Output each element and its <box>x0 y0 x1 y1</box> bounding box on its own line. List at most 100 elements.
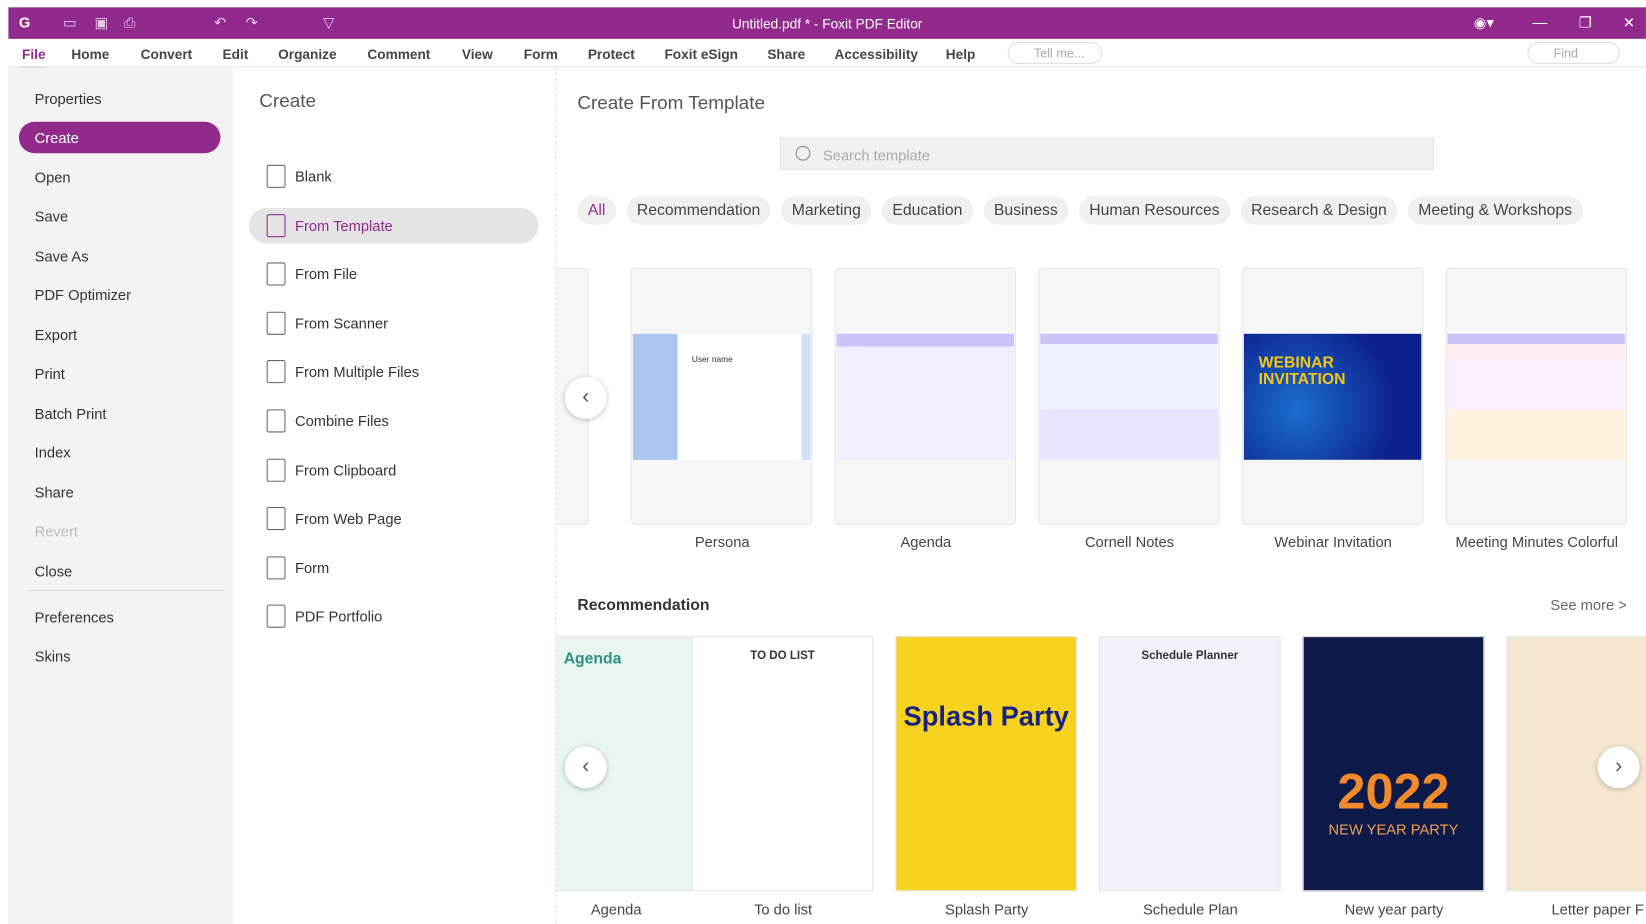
template-thumbnail <box>1447 333 1625 460</box>
blank-icon <box>266 164 286 188</box>
category-business[interactable]: Business <box>983 196 1069 225</box>
file-menu-revert: Revert <box>34 522 78 540</box>
recommendation-card-splash-party[interactable]: Splash Party <box>895 636 1077 892</box>
category-education[interactable]: Education <box>881 196 973 225</box>
tab-foxit-esign[interactable]: Foxit eSign <box>664 46 738 62</box>
tab-home[interactable]: Home <box>71 46 109 62</box>
recommendation-card-new-year-party[interactable]: 2022 NEW YEAR PARTY <box>1302 636 1485 892</box>
file-menu-close[interactable]: Close <box>19 555 221 586</box>
create-item-label: From Clipboard <box>294 461 397 479</box>
category-human-resources[interactable]: Human Resources <box>1078 196 1231 225</box>
tab-edit[interactable]: Edit <box>223 46 249 62</box>
recommendation-card-to-do-list[interactable]: TO DO LIST <box>691 636 874 892</box>
file-menu-pdf-optimizer[interactable]: PDF Optimizer <box>19 279 221 310</box>
file-menu-save-as[interactable]: Save As <box>19 240 221 271</box>
tab-organize[interactable]: Organize <box>278 46 336 62</box>
tab-accessibility[interactable]: Accessibility <box>835 46 918 62</box>
find-input[interactable]: Find <box>1527 41 1620 65</box>
create-item-label: From Web Page <box>294 510 402 528</box>
create-panel: Create Blank From Template From File From S… <box>233 67 557 924</box>
create-item-label: Combine Files <box>294 412 389 430</box>
tab-file[interactable]: File <box>19 46 49 71</box>
create-form[interactable]: Form <box>249 550 539 586</box>
file-menu-share[interactable]: Share <box>19 477 221 508</box>
recommendation-card-schedule-plan[interactable]: Schedule Planner <box>1099 636 1281 892</box>
file-menu-index[interactable]: Index <box>19 437 221 468</box>
template-card-agenda[interactable] <box>834 267 1017 525</box>
carousel-prev-button[interactable]: ‹ <box>564 376 607 419</box>
template-thumbnail: WEBINAR INVITATION <box>1243 333 1422 460</box>
template-caption: Meeting Minutes Colorful <box>1455 533 1619 551</box>
file-menu-save[interactable]: Save <box>19 200 221 231</box>
file-menu-batch-print[interactable]: Batch Print <box>19 398 221 429</box>
category-all[interactable]: All <box>577 196 616 225</box>
file-menu-open[interactable]: Open <box>19 162 221 193</box>
see-more-link[interactable]: See more > <box>1550 596 1626 613</box>
create-pdf-portfolio[interactable]: PDF Portfolio <box>249 599 539 635</box>
tab-help[interactable]: Help <box>946 46 976 62</box>
ribbon-tabs: File Home Convert Edit Organize Comment … <box>8 39 1646 71</box>
tab-protect[interactable]: Protect <box>588 46 635 62</box>
from-web-page-icon <box>266 507 286 531</box>
minimize-icon[interactable]: — <box>1533 14 1548 31</box>
template-card-cornell-notes[interactable] <box>1038 267 1220 525</box>
account-icon[interactable]: ◉▾ <box>1474 14 1494 32</box>
create-item-label: Blank <box>294 167 332 185</box>
template-title: Create From Template <box>577 92 765 114</box>
template-thumbnail: User name <box>632 333 811 460</box>
create-from-web-page[interactable]: From Web Page <box>249 501 539 537</box>
file-menu-skins[interactable]: Skins <box>19 640 221 671</box>
template-caption: Persona <box>694 533 750 551</box>
template-card-webinar-invitation[interactable]: WEBINAR INVITATION <box>1241 267 1424 525</box>
tab-share[interactable]: Share <box>767 46 805 62</box>
create-from-clipboard[interactable]: From Clipboard <box>249 452 539 488</box>
create-blank[interactable]: Blank <box>249 159 539 195</box>
restore-icon[interactable]: ❐ <box>1579 14 1592 32</box>
from-file-icon <box>266 262 286 286</box>
template-thumbnail <box>836 333 1015 460</box>
create-from-scanner[interactable]: From Scanner <box>249 305 539 341</box>
create-from-template[interactable]: From Template <box>248 207 539 244</box>
recommendation-next-button[interactable]: › <box>1597 746 1640 789</box>
recommendation-title: Recommendation <box>577 596 710 615</box>
webinar-thumb-text: WEBINAR INVITATION <box>1258 353 1346 389</box>
title-bar: G ▭ ▣ ⎙ ↶ ↷ ▽ Untitled.pdf * - Foxit PDF… <box>8 7 1646 39</box>
search-placeholder: Search template <box>822 146 930 164</box>
create-from-multiple-files[interactable]: From Multiple Files <box>249 354 539 390</box>
search-template-input[interactable]: Search template <box>779 137 1434 171</box>
template-thumbnail <box>1040 333 1218 460</box>
search-icon <box>795 145 811 161</box>
template-panel: Create From Template Search template All… <box>556 67 1646 924</box>
from-multiple-files-icon <box>266 360 286 384</box>
tab-view[interactable]: View <box>462 46 493 62</box>
file-menu-preferences[interactable]: Preferences <box>19 601 221 632</box>
file-menu-export[interactable]: Export <box>19 319 221 350</box>
template-card-meeting-minutes-colorful[interactable] <box>1445 267 1628 525</box>
create-item-label: Form <box>294 559 330 577</box>
thumb-text: Schedule Planner <box>1141 649 1239 663</box>
category-chips: All Recommendation Marketing Education Busin… <box>577 196 1583 225</box>
thumb-text: 2022 <box>1337 764 1450 820</box>
tab-comment[interactable]: Comment <box>367 46 430 62</box>
create-combine-files[interactable]: Combine Files <box>249 403 539 439</box>
recommendation-prev-button[interactable]: ‹ <box>564 746 607 789</box>
recommendation-caption: Splash Party <box>945 900 1029 918</box>
form-icon <box>266 556 286 580</box>
tab-convert[interactable]: Convert <box>141 46 193 62</box>
combine-files-icon <box>266 409 286 433</box>
category-meeting-workshops[interactable]: Meeting & Workshops <box>1407 196 1583 225</box>
close-icon[interactable]: ✕ <box>1623 14 1635 32</box>
file-menu-properties[interactable]: Properties <box>19 83 221 114</box>
create-from-file[interactable]: From File <box>249 256 539 292</box>
template-card-persona[interactable]: User name <box>630 267 813 525</box>
file-menu-print[interactable]: Print <box>19 358 221 389</box>
file-menu-create[interactable]: Create <box>18 121 221 154</box>
category-marketing[interactable]: Marketing <box>781 196 872 225</box>
recommendation-caption: Schedule Plan <box>1142 900 1238 918</box>
create-item-label: PDF Portfolio <box>294 608 383 625</box>
tell-me-input[interactable]: Tell me... <box>1007 41 1103 65</box>
from-scanner-icon <box>266 311 286 335</box>
tab-form[interactable]: Form <box>524 46 558 62</box>
category-research-design[interactable]: Research & Design <box>1240 196 1398 225</box>
category-recommendation[interactable]: Recommendation <box>626 196 771 225</box>
